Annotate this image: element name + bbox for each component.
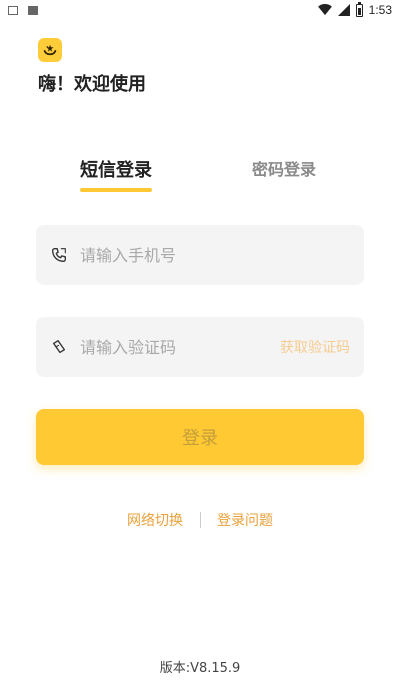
link-divider xyxy=(199,512,201,528)
page-title: 嗨！欢迎使用 xyxy=(38,74,146,95)
get-verification-code-button[interactable]: 获取验证码 xyxy=(280,337,350,357)
app-indicator-icon xyxy=(28,6,38,15)
login-button[interactable]: 登录 xyxy=(36,409,364,465)
tab-label: 短信登录 xyxy=(80,160,152,181)
clock: 1:53 xyxy=(368,3,392,17)
active-tab-indicator xyxy=(80,188,152,192)
tab-label: 密码登录 xyxy=(252,160,317,179)
version-label: 版本:V8.15.9 xyxy=(159,661,241,676)
status-right: 1:53 xyxy=(317,1,392,17)
tab-password-login[interactable]: 密码登录 xyxy=(252,156,316,186)
phone-input[interactable] xyxy=(78,244,350,266)
wifi-icon xyxy=(317,4,332,16)
login-issue-link[interactable]: 登录问题 xyxy=(217,513,273,529)
tab-sms-login[interactable]: 短信登录 xyxy=(80,156,152,192)
smile-star-icon xyxy=(38,38,62,62)
help-links: 网络切换 登录问题 xyxy=(0,510,400,530)
verification-code-field[interactable]: 获取验证码 xyxy=(36,317,364,377)
battery-icon xyxy=(355,1,363,17)
status-bar: 1:53 xyxy=(0,0,400,22)
phone-field[interactable] xyxy=(36,225,364,285)
login-tabs: 短信登录 密码登录 xyxy=(0,156,400,196)
signal-icon xyxy=(337,4,350,16)
phone-icon xyxy=(50,246,68,264)
keyboard-indicator-icon xyxy=(8,6,18,15)
code-icon xyxy=(50,338,68,356)
network-switch-link[interactable]: 网络切换 xyxy=(127,513,183,529)
verification-code-input[interactable] xyxy=(78,336,280,358)
